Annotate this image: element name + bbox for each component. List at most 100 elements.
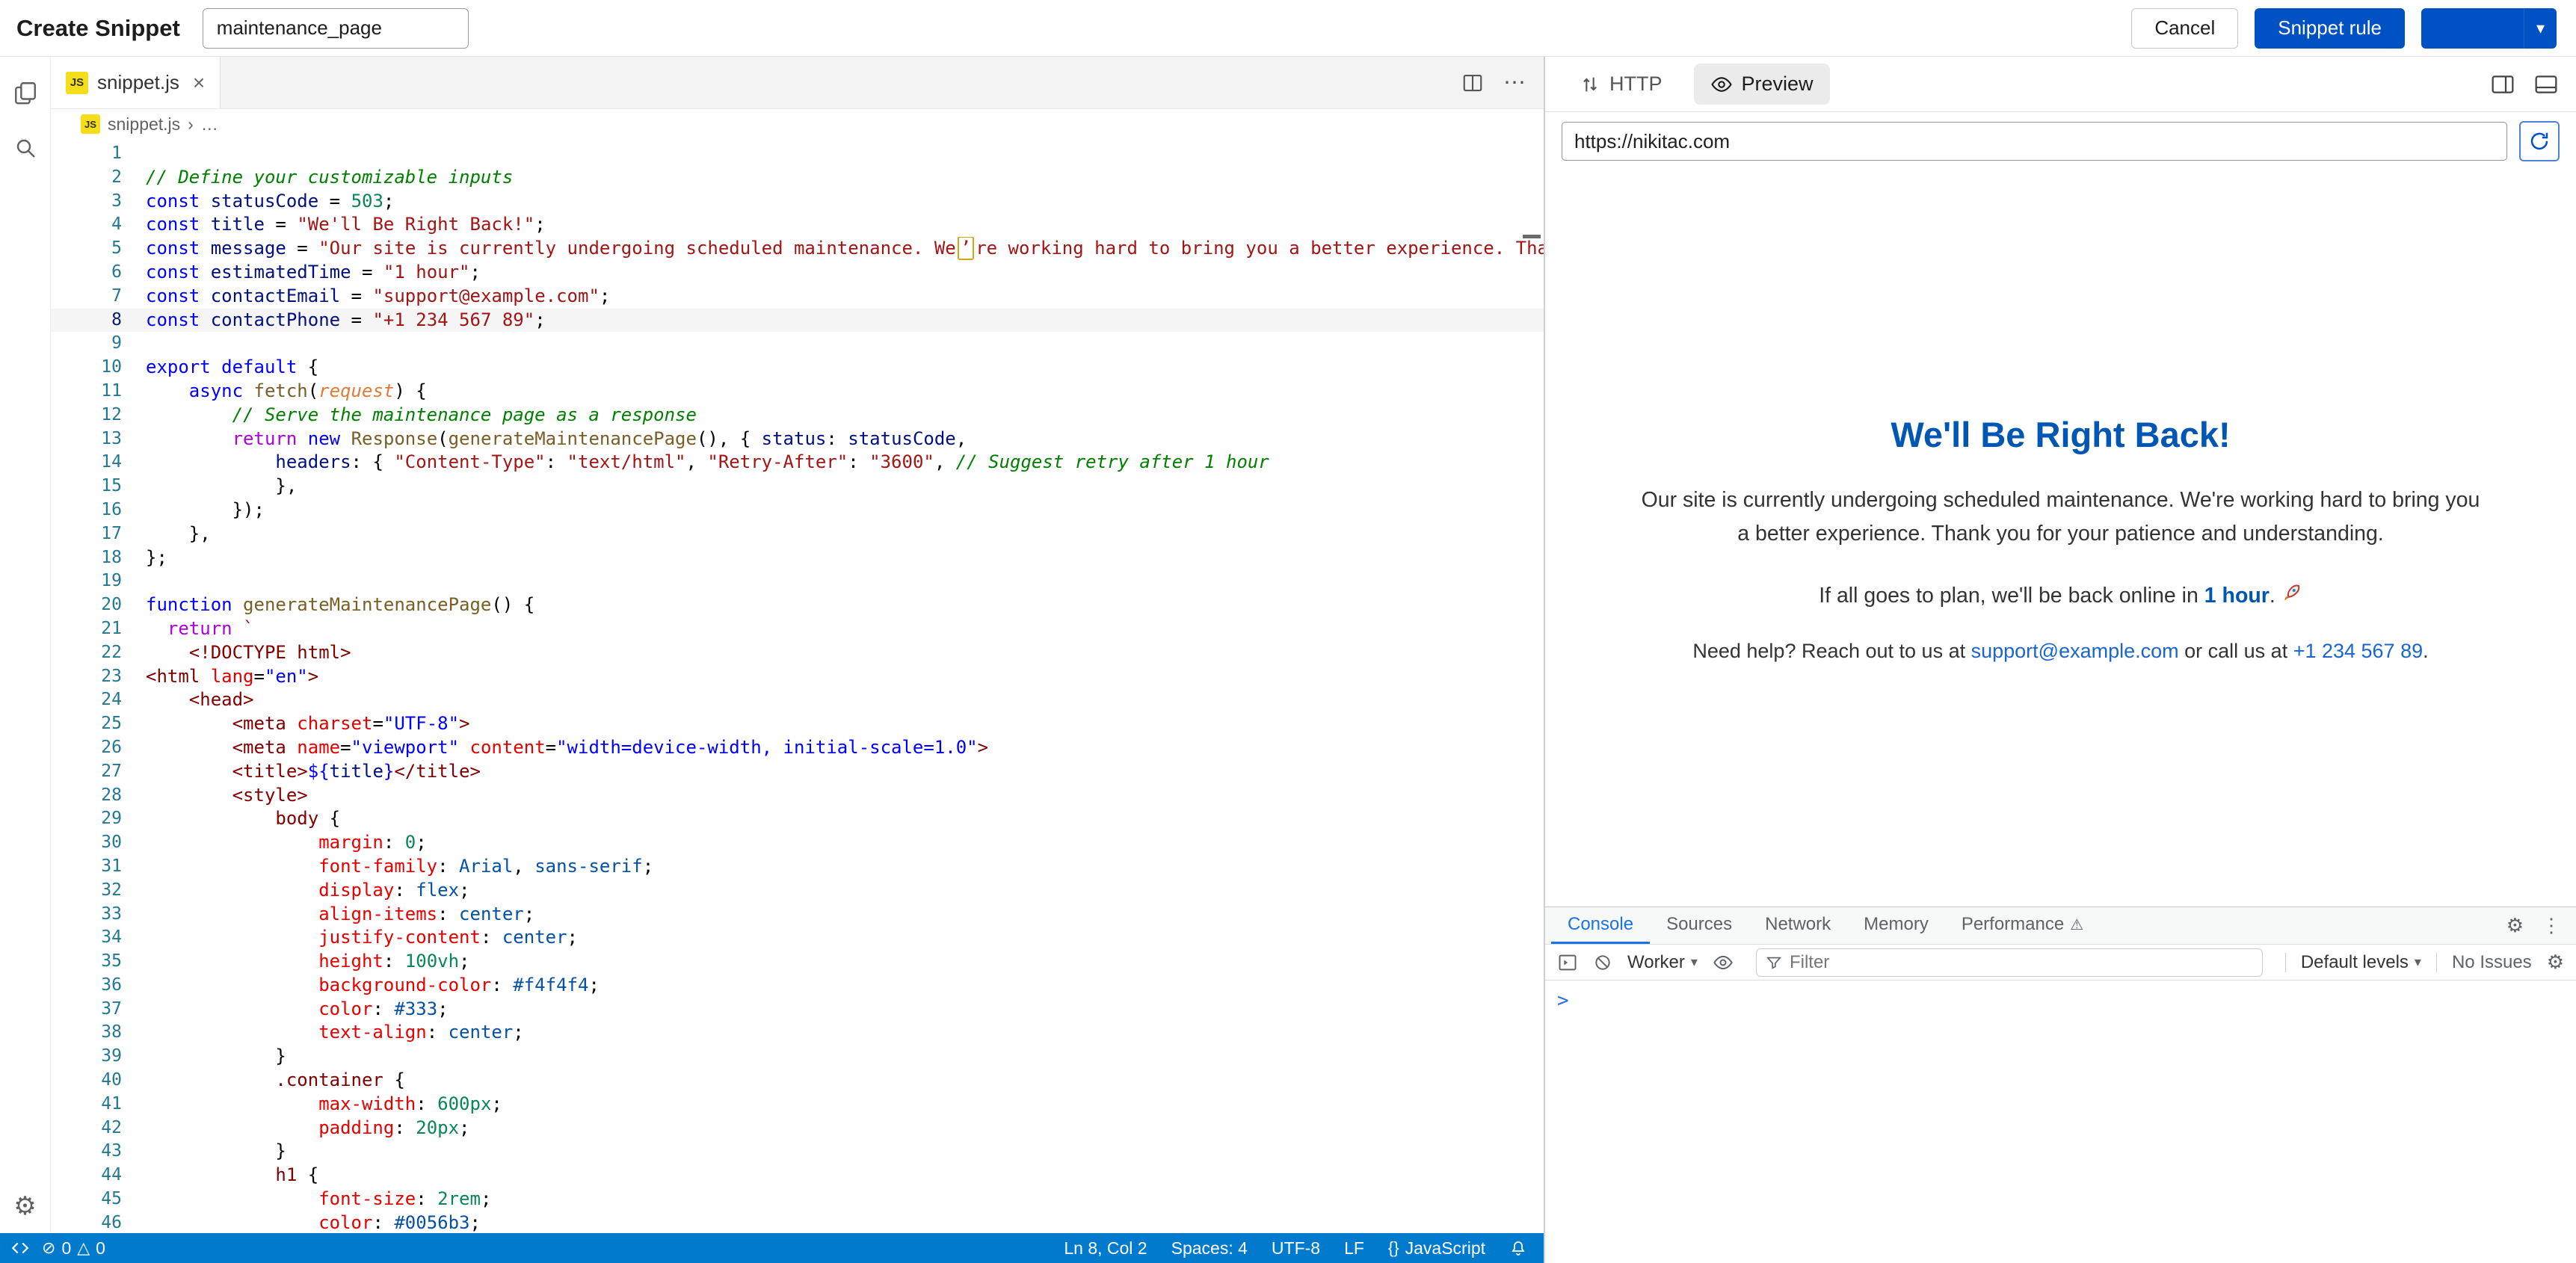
console-prompt-icon[interactable]: > — [1557, 989, 1569, 1012]
code-line[interactable]: 35 height: 100vh; — [51, 950, 1544, 974]
topbar: Create Snippet Cancel Snippet rule Deplo… — [0, 0, 2576, 57]
code-line[interactable]: 11 async fetch(request) { — [51, 380, 1544, 404]
problems-indicator[interactable]: ⊘ 0 △ 0 — [42, 1238, 105, 1259]
indentation[interactable]: Spaces: 4 — [1171, 1238, 1248, 1259]
code-line[interactable]: 20function generateMaintenancePage() { — [51, 593, 1544, 617]
console-sidebar-icon[interactable] — [1557, 952, 1578, 973]
devtools-tab-console[interactable]: Console — [1551, 907, 1650, 944]
devtools-tab-sources[interactable]: Sources — [1650, 907, 1748, 944]
devtools-menu-kebab-icon[interactable]: ⋮ — [2542, 914, 2561, 937]
code-line[interactable]: 13 return new Response(generateMaintenan… — [51, 427, 1544, 451]
code-line[interactable]: 46 color: #0056b3; — [51, 1211, 1544, 1233]
devtools-tab-memory[interactable]: Memory — [1847, 907, 1945, 944]
code-line[interactable]: 40 .container { — [51, 1069, 1544, 1093]
url-input[interactable] — [1562, 122, 2507, 161]
snippet-rule-button[interactable]: Snippet rule — [2255, 8, 2405, 49]
code-line[interactable]: 22 <!DOCTYPE html> — [51, 641, 1544, 665]
code-line[interactable]: 25 <meta charset="UTF-8"> — [51, 712, 1544, 736]
issues-counter[interactable]: No Issues — [2452, 952, 2532, 973]
deploy-dropdown-button[interactable]: ▾ — [2524, 8, 2557, 49]
code-line[interactable]: 4const title = "We'll Be Right Back!"; — [51, 213, 1544, 237]
snippets-icon[interactable] — [10, 78, 40, 108]
refresh-button[interactable] — [2519, 121, 2560, 161]
code-line[interactable]: 7const contactEmail = "support@example.c… — [51, 285, 1544, 309]
code-line[interactable]: 12 // Serve the maintenance page as a re… — [51, 404, 1544, 427]
line-number: 21 — [51, 617, 122, 641]
code-line[interactable]: 36 background-color: #f4f4f4; — [51, 974, 1544, 998]
code-line[interactable]: 24 <head> — [51, 688, 1544, 712]
eol[interactable]: LF — [1344, 1238, 1364, 1259]
execution-context-select[interactable]: Worker ▾ — [1627, 952, 1698, 973]
code-line[interactable]: 43 } — [51, 1140, 1544, 1164]
code-line[interactable]: 19 — [51, 569, 1544, 593]
code-editor[interactable]: 12// Define your customizable inputs3con… — [51, 139, 1544, 1233]
editor-panel: ⚙ JS snippet.js × — [0, 57, 1544, 1263]
deploy-button[interactable]: Deploy — [2421, 8, 2524, 49]
code-line[interactable]: 41 max-width: 600px; — [51, 1093, 1544, 1117]
code-line[interactable]: 26 <meta name="viewport" content="width=… — [51, 736, 1544, 760]
code-line[interactable]: 6const estimatedTime = "1 hour"; — [51, 261, 1544, 285]
devtools-settings-gear-icon[interactable]: ⚙ — [2506, 914, 2524, 937]
code-line[interactable]: 8const contactPhone = "+1 234 567 89"; — [51, 309, 1544, 333]
code-lines[interactable]: 12// Define your customizable inputs3con… — [51, 142, 1544, 1233]
code-line[interactable]: 39 } — [51, 1045, 1544, 1069]
devtools-tab-performance[interactable]: Performance⚠ — [1945, 907, 2100, 944]
code-line[interactable]: 42 padding: 20px; — [51, 1117, 1544, 1140]
more-actions-icon[interactable]: ⋯ — [1503, 70, 1526, 96]
code-line[interactable]: 5const message = "Our site is currently … — [51, 237, 1544, 261]
http-arrows-icon — [1580, 74, 1600, 95]
tab-snippet-js[interactable]: JS snippet.js × — [51, 57, 221, 108]
filter-input[interactable] — [1790, 952, 2253, 973]
code-line[interactable]: 21 return ` — [51, 617, 1544, 641]
code-line[interactable]: 18}; — [51, 546, 1544, 570]
code-line[interactable]: 27 <title>${title}</title> — [51, 760, 1544, 784]
gear-icon[interactable]: ⚙ — [13, 1191, 36, 1221]
code-line[interactable]: 3const statusCode = 503; — [51, 190, 1544, 214]
clear-console-icon[interactable] — [1593, 953, 1612, 972]
code-line[interactable]: 32 display: flex; — [51, 879, 1544, 903]
breadcrumb[interactable]: JS snippet.js › … — [51, 109, 1544, 139]
code-line[interactable]: 10export default { — [51, 356, 1544, 380]
code-line[interactable]: 2// Define your customizable inputs — [51, 166, 1544, 190]
language-mode[interactable]: {} JavaScript — [1388, 1238, 1485, 1259]
code-line[interactable]: 44 h1 { — [51, 1164, 1544, 1188]
code-line[interactable]: 33 align-items: center; — [51, 903, 1544, 927]
console-settings-gear-icon[interactable]: ⚙ — [2547, 951, 2564, 974]
panel-layout-icon[interactable] — [2491, 74, 2515, 95]
live-expression-eye-icon[interactable] — [1713, 952, 1734, 973]
code-line[interactable]: 37 color: #333; — [51, 998, 1544, 1022]
devtools-dock-icon[interactable] — [2534, 74, 2558, 95]
console-filter[interactable] — [1756, 948, 2263, 977]
log-levels-select[interactable]: Default levels ▾ — [2301, 952, 2421, 973]
code-line[interactable]: 38 text-align: center; — [51, 1021, 1544, 1045]
cancel-button[interactable]: Cancel — [2131, 8, 2238, 49]
code-line[interactable]: 45 font-size: 2rem; — [51, 1188, 1544, 1211]
close-icon[interactable]: × — [193, 71, 205, 95]
code-line[interactable]: 9 — [51, 332, 1544, 356]
code-line[interactable]: 14 headers: { "Content-Type": "text/html… — [51, 451, 1544, 475]
code-line[interactable]: 15 }, — [51, 475, 1544, 498]
tab-http[interactable]: HTTP — [1563, 64, 1679, 105]
support-phone-link[interactable]: +1 234 567 89 — [2293, 640, 2423, 662]
console-output[interactable]: > — [1545, 981, 2576, 1263]
code-line[interactable]: 28 <style> — [51, 784, 1544, 808]
encoding[interactable]: UTF-8 — [1272, 1238, 1320, 1259]
code-line[interactable]: 30 margin: 0; — [51, 831, 1544, 855]
remote-indicator-icon[interactable] — [10, 1238, 30, 1258]
tab-preview[interactable]: Preview — [1694, 64, 1830, 105]
snippet-name-input[interactable] — [203, 8, 469, 49]
devtools-tab-network[interactable]: Network — [1748, 907, 1847, 944]
split-editor-icon[interactable] — [1461, 72, 1484, 94]
cursor-position[interactable]: Ln 8, Col 2 — [1064, 1238, 1147, 1259]
bell-icon[interactable] — [1509, 1239, 1527, 1257]
line-number: 12 — [51, 404, 122, 427]
code-line[interactable]: 17 }, — [51, 522, 1544, 546]
code-line[interactable]: 29 body { — [51, 807, 1544, 831]
code-line[interactable]: 16 }); — [51, 498, 1544, 522]
code-line[interactable]: 31 font-family: Arial, sans-serif; — [51, 855, 1544, 879]
search-icon[interactable] — [10, 133, 40, 163]
code-line[interactable]: 34 justify-content: center; — [51, 926, 1544, 950]
support-email-link[interactable]: support@example.com — [1971, 640, 2179, 662]
code-line[interactable]: 23<html lang="en"> — [51, 665, 1544, 689]
code-line[interactable]: 1 — [51, 142, 1544, 166]
